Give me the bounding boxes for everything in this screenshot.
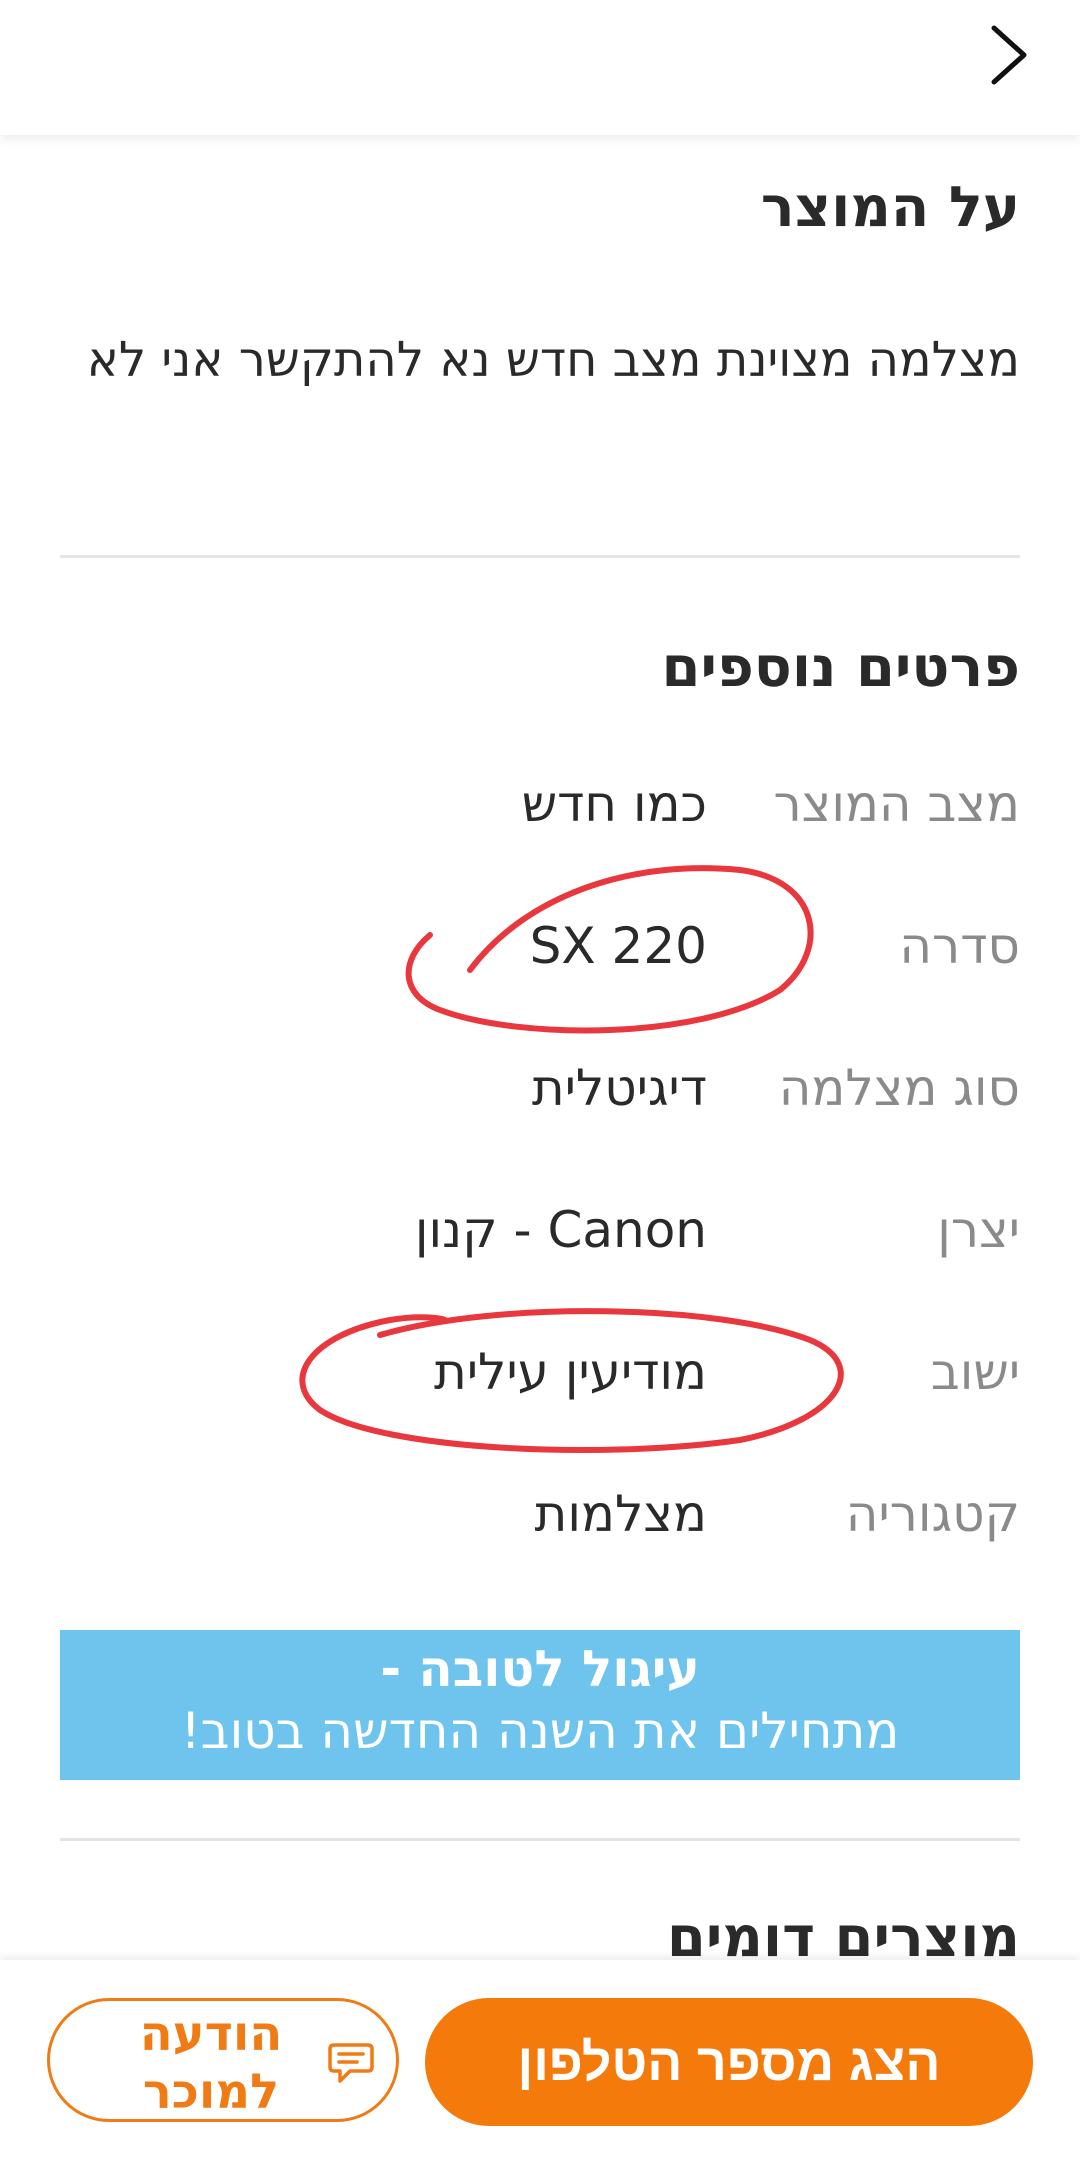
divider — [60, 555, 1020, 558]
divider — [60, 1838, 1020, 1841]
detail-row-category: קטגוריה מצלמות — [60, 1485, 1021, 1575]
detail-row-manufacturer: יצרן Canon - קנון — [60, 1201, 1020, 1291]
detail-label: ישוב — [930, 1343, 1020, 1401]
details-title: פרטים נוספים — [661, 635, 1020, 700]
product-description: מצלמה מצוינת מצב חדש נא להתקשר אני לא — [86, 332, 1020, 388]
detail-row-locality: ישוב מודיעין עילית — [60, 1343, 1020, 1433]
show-phone-button[interactable]: הצג מספר הטלפון — [425, 1998, 1033, 2126]
detail-value: דיגיטלית — [531, 1059, 707, 1117]
chevron-right-icon[interactable] — [984, 22, 1034, 88]
top-bar — [0, 0, 1080, 135]
detail-value: מצלמות — [534, 1485, 708, 1543]
detail-value: Canon - קנון — [414, 1201, 707, 1259]
detail-row-series: סדרה SX 220 — [60, 917, 1020, 1007]
detail-row-camera-type: סוג מצלמה דיגיטלית — [60, 1059, 1020, 1149]
detail-value: SX 220 — [529, 917, 707, 975]
detail-value: מודיעין עילית — [434, 1343, 707, 1401]
detail-label: קטגוריה — [845, 1485, 1020, 1543]
detail-value: כמו חדש — [521, 775, 707, 833]
message-seller-label: הודעה למוכר — [139, 2006, 283, 2120]
detail-label: יצרן — [937, 1201, 1020, 1259]
bottom-action-bar: הצג מספר הטלפון הודעה למוכר — [0, 1960, 1080, 2159]
chat-bubble-icon — [328, 2043, 374, 2083]
detail-label: סוג מצלמה — [778, 1059, 1020, 1117]
similar-products-title: מוצרים דומים — [666, 1905, 1020, 1965]
banner-line-1: עיגול לטובה - — [380, 1640, 700, 1698]
banner-line-2: מתחילים את השנה החדשה בטוב! — [180, 1702, 900, 1760]
detail-label: מצב המוצר — [773, 775, 1020, 833]
promo-banner[interactable]: עיגול לטובה - מתחילים את השנה החדשה בטוב… — [60, 1630, 1020, 1780]
about-title: על המוצר — [760, 175, 1020, 240]
detail-row-condition: מצב המוצר כמו חדש — [60, 775, 1020, 865]
detail-label: סדרה — [899, 917, 1020, 975]
message-seller-button[interactable]: הודעה למוכר — [47, 1998, 399, 2122]
